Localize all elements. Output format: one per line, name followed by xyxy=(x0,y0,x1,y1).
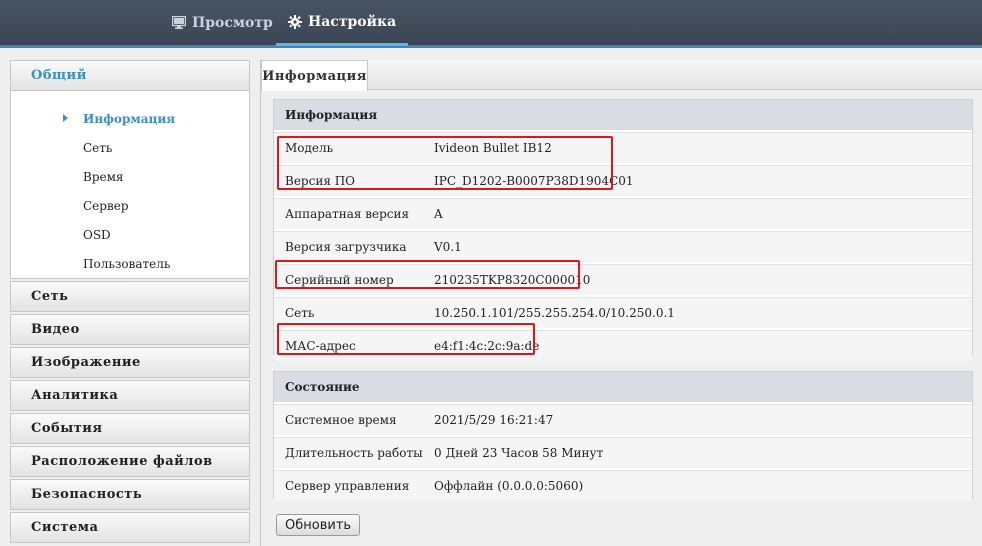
status-panel-title: Состояние xyxy=(274,372,972,402)
sidebar-section-image[interactable]: Изображение xyxy=(10,347,250,378)
top-navigation: Просмотр Настройка xyxy=(0,0,982,48)
sidebar-item-time[interactable]: Время xyxy=(11,162,249,191)
row-label: Длительность работы xyxy=(285,446,423,460)
row-label: Серийный номер xyxy=(285,273,394,287)
gear-icon xyxy=(288,14,302,29)
content-tabs: Информация xyxy=(261,60,982,91)
row-value: 2021/5/29 16:21:47 xyxy=(434,413,554,427)
tab-information[interactable]: Информация xyxy=(261,60,368,91)
table-row: Сеть 10.250.1.101/255.255.254.0/10.250.0.… xyxy=(274,297,972,328)
main-content: Информация Информация Модель Ivideon Bull… xyxy=(260,60,982,546)
info-panel: Информация Модель Ivideon Bullet IB12 Вер… xyxy=(273,99,973,361)
table-row: Серийный номер 210235TKP8320C000010 xyxy=(274,264,972,295)
sidebar-item-label: Информация xyxy=(83,111,176,126)
table-row: Версия ПО IPC_D1202-B0007P38D1904C01 xyxy=(274,165,972,196)
tab-preview[interactable]: Просмотр xyxy=(160,0,285,45)
sidebar-section-security[interactable]: Безопасность xyxy=(10,479,250,510)
row-label: Сервер управления xyxy=(285,479,410,493)
row-label: Аппаратная версия xyxy=(285,207,410,221)
row-label: Сеть xyxy=(285,306,315,320)
sidebar-item-label: Сеть xyxy=(83,140,113,155)
table-row: Версия загрузчика V0.1 xyxy=(274,231,972,262)
info-panel-title: Информация xyxy=(274,100,972,130)
row-value: 10.250.1.101/255.255.254.0/10.250.0.1 xyxy=(434,306,675,320)
refresh-button[interactable]: Обновить xyxy=(276,514,361,536)
sidebar-section-system[interactable]: Система xyxy=(10,512,250,543)
row-value: Ivideon Bullet IB12 xyxy=(434,141,552,155)
row-label: Системное время xyxy=(285,413,397,427)
sidebar-section-events[interactable]: События xyxy=(10,413,250,444)
sidebar-item-server[interactable]: Сервер xyxy=(11,191,249,220)
sidebar-item-label: Время xyxy=(83,169,124,184)
row-value: 0 Дней 23 Часов 58 Минут xyxy=(434,446,604,460)
sidebar-item-label: OSD xyxy=(83,227,111,242)
row-value: V0.1 xyxy=(434,240,462,254)
sidebar-item-label: Пользователь xyxy=(83,256,171,271)
sidebar-item-osd[interactable]: OSD xyxy=(11,220,249,249)
row-value: e4:f1:4c:2c:9a:de xyxy=(434,339,540,353)
sidebar: Общий Информация Сеть Время Сервер OSD П… xyxy=(10,60,250,546)
sidebar-submenu: Информация Сеть Время Сервер OSD Пользов… xyxy=(10,91,250,279)
tab-settings-label: Настройка xyxy=(308,13,397,30)
sidebar-section-network[interactable]: Сеть xyxy=(10,281,250,312)
table-row: МАС-адрес e4:f1:4c:2c:9a:de xyxy=(274,330,972,361)
table-row: Сервер управления Оффлайн (0.0.0.0:5060) xyxy=(274,470,972,501)
sidebar-section-analytics[interactable]: Аналитика xyxy=(10,380,250,411)
sidebar-section-storage[interactable]: Расположение файлов xyxy=(10,446,250,477)
table-row: Системное время 2021/5/29 16:21:47 xyxy=(274,404,972,435)
table-row: Длительность работы 0 Дней 23 Часов 58 Ми… xyxy=(274,437,972,468)
tab-settings[interactable]: Настройка xyxy=(276,0,409,46)
row-label: Версия ПО xyxy=(285,174,356,188)
sidebar-item-user[interactable]: Пользователь xyxy=(11,249,249,278)
row-value: A xyxy=(434,207,443,221)
row-label: Версия загрузчика xyxy=(285,240,407,254)
row-value: 210235TKP8320C000010 xyxy=(434,273,591,287)
row-value: Оффлайн (0.0.0.0:5060) xyxy=(434,479,584,493)
sidebar-item-label: Сервер xyxy=(83,198,129,213)
monitor-icon xyxy=(172,16,186,29)
sidebar-item-network[interactable]: Сеть xyxy=(11,133,249,162)
table-row: Модель Ivideon Bullet IB12 xyxy=(274,132,972,163)
sidebar-section-general[interactable]: Общий xyxy=(10,60,250,91)
status-panel: Состояние Системное время 2021/5/29 16:21… xyxy=(273,371,973,501)
row-value: IPC_D1202-B0007P38D1904C01 xyxy=(434,174,634,188)
sidebar-item-information[interactable]: Информация xyxy=(11,104,249,133)
caret-right-icon xyxy=(63,114,68,122)
tab-preview-label: Просмотр xyxy=(192,14,273,31)
row-label: МАС-адрес xyxy=(285,339,356,353)
table-row: Аппаратная версия A xyxy=(274,198,972,229)
row-label: Модель xyxy=(285,141,334,155)
sidebar-section-video[interactable]: Видео xyxy=(10,314,250,345)
